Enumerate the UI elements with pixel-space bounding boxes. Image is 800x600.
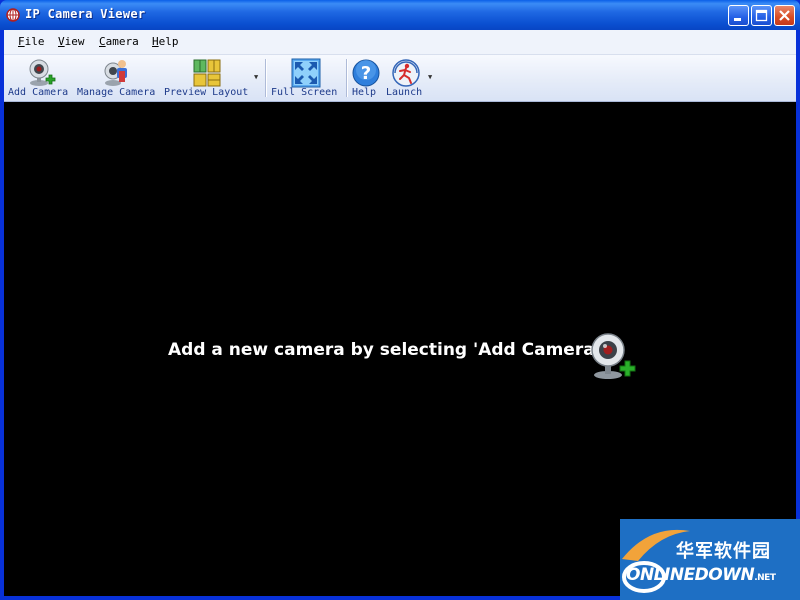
help-label: Help — [352, 87, 377, 98]
preview-layout-label: Preview Layout — [164, 87, 249, 98]
manage-camera-button[interactable]: Manage Camera — [76, 55, 160, 101]
app-window: IP Camera Viewer File View Camera Help A… — [0, 0, 800, 600]
title-bar[interactable]: IP Camera Viewer — [0, 0, 800, 30]
close-icon — [779, 10, 790, 21]
toolbar-separator — [265, 59, 266, 97]
maximize-button[interactable] — [751, 5, 772, 26]
help-button[interactable]: ? Help — [350, 55, 382, 101]
launch-label: Launch — [386, 87, 423, 98]
toolbar-separator — [346, 59, 347, 97]
webcam-add-icon — [29, 59, 56, 86]
launch-runner-icon — [392, 59, 420, 87]
window-title: IP Camera Viewer — [25, 7, 146, 21]
preview-layout-button[interactable]: Preview Layout ▼ — [162, 55, 262, 101]
watermark-chinese-text: 华军软件园 — [676, 541, 771, 562]
watermark-logo: 华军软件园 ONLINEDOWN.NET — [620, 519, 800, 600]
full-screen-button[interactable]: Full Screen — [269, 55, 341, 101]
manage-camera-label: Manage Camera — [77, 87, 156, 98]
manage-camera-icon — [104, 60, 127, 86]
minimize-button[interactable] — [728, 5, 749, 26]
watermark-english-text: ONLINEDOWN.NET — [626, 565, 776, 585]
add-camera-label: Add Camera — [8, 87, 69, 98]
preview-layout-dropdown-icon[interactable]: ▼ — [254, 73, 258, 81]
svg-text:?: ? — [361, 63, 371, 84]
menu-camera[interactable]: Camera — [99, 35, 139, 48]
close-button[interactable] — [774, 5, 795, 26]
help-question-icon: ? — [352, 59, 380, 87]
full-screen-label: Full Screen — [271, 87, 338, 98]
app-globe-icon — [6, 8, 20, 22]
launch-dropdown-icon[interactable]: ▼ — [428, 73, 432, 81]
minimize-icon — [734, 18, 741, 21]
full-screen-icon — [291, 58, 321, 88]
menu-view[interactable]: View — [58, 35, 85, 48]
menu-file[interactable]: File — [18, 35, 45, 48]
empty-state-message: Add a new camera by selecting 'Add Camer… — [168, 340, 600, 360]
menu-help[interactable]: Help — [152, 35, 179, 48]
add-camera-button[interactable]: Add Camera — [6, 55, 74, 101]
toolbar: Add Camera Manage Camera Preview Layout … — [4, 55, 796, 102]
layout-grid-icon — [193, 59, 221, 87]
launch-button[interactable]: Launch ▼ — [384, 55, 436, 101]
webcam-add-icon — [591, 333, 636, 379]
maximize-icon — [755, 9, 768, 22]
menu-bar: File View Camera Help — [4, 30, 796, 55]
